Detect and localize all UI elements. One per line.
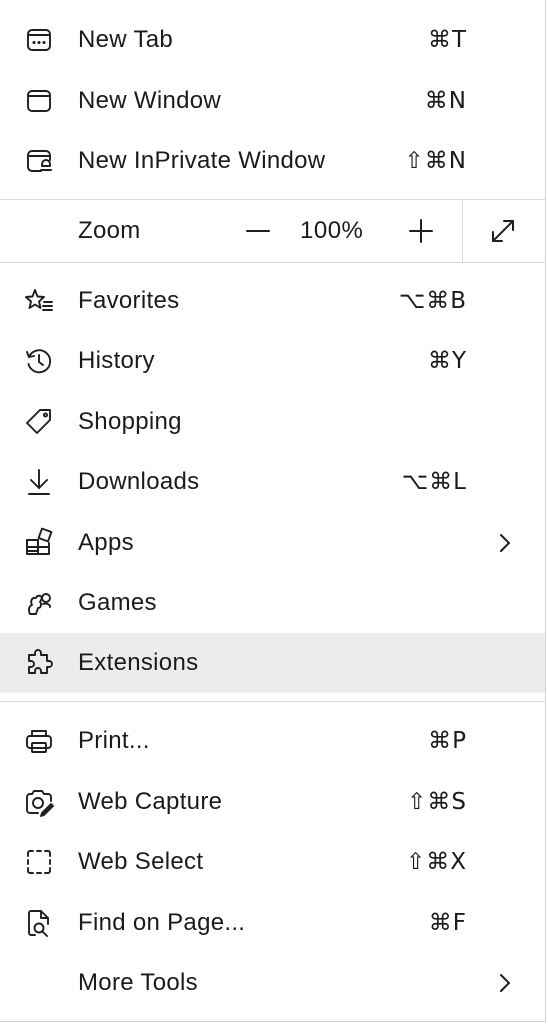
menu-item-favorites[interactable]: Favorites ⌥⌘B xyxy=(0,271,545,331)
extensions-icon xyxy=(22,646,56,680)
menu-item-label: Print... xyxy=(78,727,150,754)
zoom-value: 100% xyxy=(300,217,364,244)
menu-item-label: Web Capture xyxy=(78,788,223,815)
menu-item-apps[interactable]: Apps xyxy=(0,513,545,573)
zoom-row: Zoom 100% xyxy=(0,201,545,261)
menu-item-label: New Window xyxy=(78,87,222,114)
menu-item-print[interactable]: Print... ⌘P xyxy=(0,711,545,771)
shortcut-label: ⌘T xyxy=(427,27,467,53)
favorites-icon xyxy=(22,284,56,318)
menu-item-label: New InPrivate Window xyxy=(78,147,326,174)
menu-item-new-tab[interactable]: New Tab ⌘T xyxy=(0,10,545,70)
find-on-page-icon xyxy=(22,906,56,940)
menu-divider xyxy=(0,262,545,263)
print-icon xyxy=(22,724,56,758)
new-window-icon xyxy=(22,84,56,118)
web-select-icon xyxy=(22,845,56,879)
menu-item-label: Games xyxy=(78,589,157,616)
zoom-label: Zoom xyxy=(78,217,141,244)
shortcut-label: ⌥⌘L xyxy=(401,469,467,495)
menu-item-label: Apps xyxy=(78,529,134,556)
menu-item-games[interactable]: Games xyxy=(0,573,545,633)
shortcut-label: ⇧⌘S xyxy=(407,789,467,815)
zoom-separator xyxy=(462,200,463,262)
menu-item-shopping[interactable]: Shopping xyxy=(0,392,545,452)
shortcut-label: ⌘F xyxy=(428,910,467,936)
web-capture-icon xyxy=(22,785,56,819)
menu-item-more-tools[interactable]: More Tools xyxy=(0,953,545,1013)
apps-icon xyxy=(22,526,56,560)
menu-item-label: History xyxy=(78,347,155,374)
menu-item-web-capture[interactable]: Web Capture ⇧⌘S xyxy=(0,772,545,832)
menu-item-label: Web Select xyxy=(78,848,204,875)
chevron-right-icon xyxy=(492,970,518,996)
menu-item-history[interactable]: History ⌘Y xyxy=(0,331,545,391)
new-tab-icon xyxy=(22,23,56,57)
shopping-tag-icon xyxy=(22,405,56,439)
menu-item-new-inprivate-window[interactable]: New InPrivate Window ⇧⌘N xyxy=(0,131,545,191)
menu-divider xyxy=(0,199,545,200)
menu-item-new-window[interactable]: New Window ⌘N xyxy=(0,71,545,131)
menu-item-label: Extensions xyxy=(78,649,199,676)
fullscreen-icon xyxy=(492,220,514,242)
chevron-right-icon xyxy=(492,530,518,556)
shortcut-label: ⇧⌘N xyxy=(404,148,467,174)
fullscreen-button[interactable] xyxy=(483,211,523,251)
browser-settings-menu: New Tab ⌘T New Window ⌘N New InPrivate W… xyxy=(0,0,546,1022)
shortcut-label: ⇧⌘X xyxy=(405,849,467,875)
shortcut-label: ⌥⌘B xyxy=(398,288,467,314)
shortcut-label: ⌘Y xyxy=(427,348,467,374)
menu-item-label: More Tools xyxy=(78,969,198,996)
zoom-in-button[interactable] xyxy=(401,211,441,251)
menu-item-label: Downloads xyxy=(78,468,200,495)
zoom-out-button[interactable] xyxy=(238,211,278,251)
menu-divider xyxy=(0,701,545,702)
menu-item-label: Favorites xyxy=(78,287,180,314)
menu-item-downloads[interactable]: Downloads ⌥⌘L xyxy=(0,452,545,512)
games-icon xyxy=(22,586,56,620)
menu-item-find-on-page[interactable]: Find on Page... ⌘F xyxy=(0,893,545,953)
shortcut-label: ⌘P xyxy=(428,728,467,754)
plus-icon xyxy=(409,219,433,243)
download-icon xyxy=(22,465,56,499)
minus-icon xyxy=(246,230,270,232)
inprivate-icon xyxy=(22,144,56,178)
menu-item-web-select[interactable]: Web Select ⇧⌘X xyxy=(0,832,545,892)
shortcut-label: ⌘N xyxy=(424,88,467,114)
menu-item-extensions[interactable]: Extensions xyxy=(0,633,545,693)
history-icon xyxy=(22,344,56,378)
menu-item-label: New Tab xyxy=(78,26,174,53)
menu-item-label: Find on Page... xyxy=(78,909,246,936)
menu-item-label: Shopping xyxy=(78,408,182,435)
